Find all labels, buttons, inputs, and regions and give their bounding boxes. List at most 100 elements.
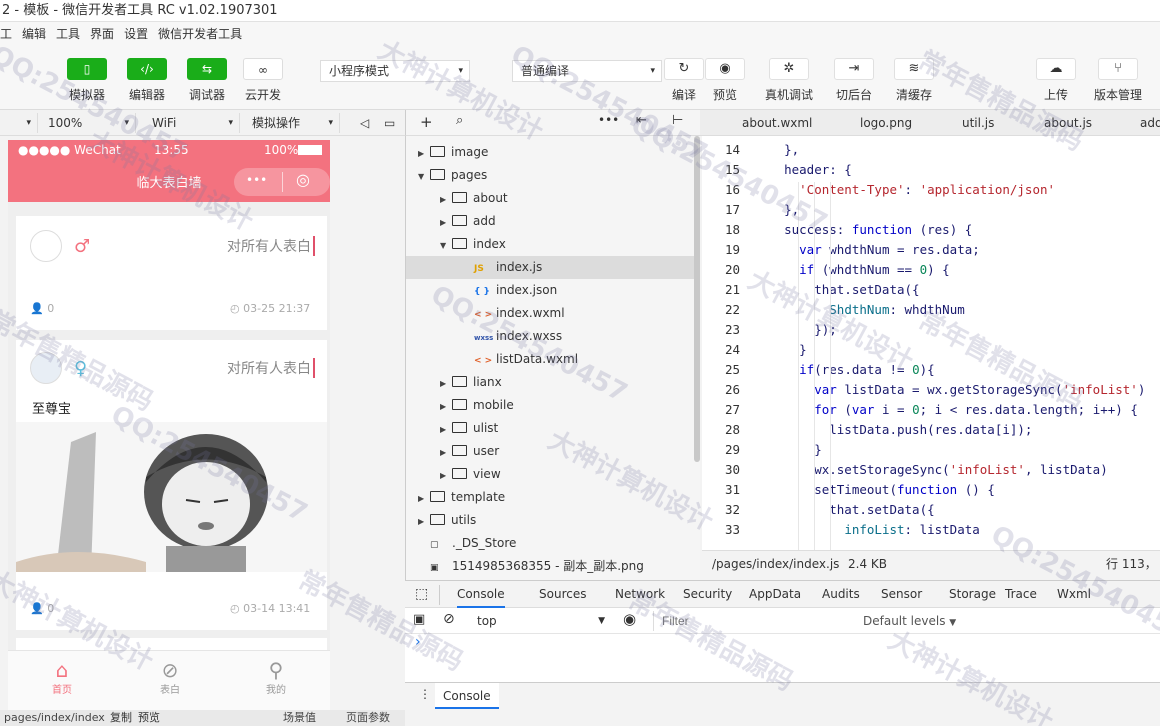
tree-node[interactable]: wxss index.wxss (406, 325, 694, 348)
drawer-menu-icon[interactable]: ⋮ (419, 687, 431, 701)
tree-node[interactable]: ▶ image (406, 141, 694, 164)
layout-icon[interactable]: ⊢ (672, 113, 683, 128)
menu-item[interactable]: 设置 (124, 27, 148, 41)
expand-arrow-icon: ▶ (418, 517, 425, 526)
folder-icon (452, 399, 467, 410)
tree-node[interactable]: { } index.json (406, 279, 694, 302)
context-select[interactable]: top ▼ (469, 611, 609, 631)
tree-node[interactable]: ▶ lianx (406, 371, 694, 394)
tree-node[interactable]: ▢ ._DS_Store (406, 532, 694, 555)
toolbar-button-6[interactable]: ⑂ 版本管理 (1094, 58, 1142, 103)
line-number: 17 (724, 202, 740, 217)
post-card-2[interactable]: ♀ 对所有人表白 至尊宝 👤 0 ◴ 03-14 13:41 (16, 340, 327, 630)
clear-console-icon[interactable]: ⊘ (443, 611, 455, 627)
devtools-drawer: ⋮ Console (405, 682, 1160, 726)
editor-tab[interactable]: add (1140, 110, 1160, 136)
more-icon[interactable]: ••• (598, 113, 619, 127)
more-icon[interactable]: ••• (246, 173, 267, 187)
device-select[interactable]: ▾ (0, 113, 38, 133)
devtools-tab[interactable]: Sources (539, 581, 586, 608)
search-icon[interactable]: ⌕ (456, 113, 463, 128)
toolbar-button-1[interactable]: ◉ 预览 (701, 58, 749, 103)
devtools-tab[interactable]: Sensor (881, 581, 922, 608)
toolbar-button-4[interactable]: ≋ 清缓存 (890, 58, 938, 103)
tree-node[interactable]: JS index.js (406, 256, 694, 279)
simulate-operation-select[interactable]: 模拟操作 ▾ (246, 113, 340, 133)
toolbar-button-5[interactable]: ☁ 上传 (1032, 58, 1080, 103)
post-card-1[interactable]: ♂ 对所有人表白 👤 0 ◴ 03-25 21:37 (16, 216, 327, 330)
post-image[interactable] (16, 422, 327, 572)
tab-2[interactable]: ⚲ 我的 (246, 659, 306, 696)
toggle-1-button[interactable]: ‹/› 编辑器 (122, 58, 172, 103)
eye-icon: ◉ (705, 58, 745, 80)
menu-item[interactable]: 微信开发者工具 (158, 27, 242, 41)
tab-1[interactable]: ⊘ 表白 (140, 659, 200, 696)
close-mini-program-icon[interactable]: ◎ (296, 170, 310, 189)
tree-node[interactable]: ▶ utils (406, 509, 694, 532)
sidebar-toggle-icon[interactable]: ▣ (413, 612, 425, 627)
mode-select[interactable]: 小程序模式 ▾ (320, 60, 470, 82)
page-params-button[interactable]: 页面参数 (346, 710, 390, 726)
devtools-tab[interactable]: Storage (949, 581, 996, 608)
compile-select[interactable]: 普通编译 ▾ (512, 60, 662, 82)
devtools-tabs: ⬚ Console Sources Network Security AppData Au… (405, 580, 1160, 608)
menu-item[interactable]: 界面 (90, 27, 114, 41)
eye-icon[interactable]: ◉ (623, 610, 636, 628)
file-tree-scrollbar[interactable] (694, 136, 700, 462)
tree-node[interactable]: ▶ template (406, 486, 694, 509)
toggle-0-button[interactable]: ▯ 模拟器 (62, 58, 112, 103)
sound-icon[interactable]: ◁ (354, 113, 376, 133)
editor-tab[interactable]: logo.png (860, 110, 912, 136)
tree-node[interactable]: ▼ pages (406, 164, 694, 187)
menu-item[interactable]: 工 (0, 27, 12, 41)
window-icon[interactable]: ▭ (378, 113, 400, 133)
devtools-tab[interactable]: AppData (749, 581, 801, 608)
inspect-icon[interactable]: ⬚ (415, 586, 428, 602)
toolbar-button-3[interactable]: ⇥ 切后台 (830, 58, 878, 103)
toggle-2-button[interactable]: ⇆ 调试器 (182, 58, 232, 103)
scene-value-button[interactable]: 场景值 (283, 710, 316, 726)
devtools-tab[interactable]: Trace (1005, 581, 1037, 608)
tab-label: 表白 (160, 685, 180, 696)
tree-node[interactable]: ▶ mobile (406, 394, 694, 417)
toolbar-button-2[interactable]: ✲ 真机调试 (765, 58, 813, 103)
log-levels-select[interactable]: Default levels ▼ (863, 611, 956, 631)
tree-node[interactable]: < > index.wxml (406, 302, 694, 325)
menu-item[interactable]: 工具 (56, 27, 80, 41)
console-output[interactable]: › (405, 634, 1160, 682)
indent-guide (830, 182, 831, 550)
tree-node[interactable]: ▶ about (406, 187, 694, 210)
cloud-dev-button[interactable]: ∞ 云开发 (238, 58, 288, 103)
devtools-tab[interactable]: Network (615, 581, 665, 608)
tree-node[interactable]: ▶ ulist (406, 417, 694, 440)
post-date: ◴ 03-25 21:37 (230, 302, 311, 315)
editor-tab[interactable]: about.js (1044, 110, 1092, 136)
devtools-tab[interactable]: Console (457, 581, 505, 608)
tree-node[interactable]: ▶ add (406, 210, 694, 233)
add-file-icon[interactable]: + (420, 113, 433, 131)
drawer-tab-console[interactable]: Console (435, 683, 499, 709)
tree-node[interactable]: ▶ view (406, 463, 694, 486)
tree-node[interactable]: ▼ index (406, 233, 694, 256)
zoom-select[interactable]: 100% ▾ (42, 113, 136, 133)
editor-tab[interactable]: about.wxml (742, 110, 812, 136)
collapse-icon[interactable]: ⇤ (636, 113, 647, 128)
devtools-tab[interactable]: Audits (822, 581, 860, 608)
code-icon: ‹/› (127, 58, 167, 80)
code-line: setTimeout(function () { (754, 482, 995, 497)
tree-node[interactable]: ▶ user (406, 440, 694, 463)
tree-node[interactable]: ▣ 1514985368355 - 副本_副本.png (406, 555, 694, 578)
tab-0[interactable]: ⌂ 首页 (32, 659, 92, 696)
menu-item[interactable]: 编辑 (22, 27, 46, 41)
devtools-tab[interactable]: Security (683, 581, 732, 608)
post-text: 至尊宝 (32, 402, 72, 417)
code-editor[interactable]: 14 }, 15 header: {16 'Content-Type': 'app… (702, 136, 1160, 550)
tree-node[interactable]: < > listData.wxml (406, 348, 694, 371)
devtools-tab[interactable]: Wxml (1057, 581, 1091, 608)
copy-path-link[interactable]: 复制 (110, 710, 132, 726)
preview-link[interactable]: 预览 (138, 710, 160, 726)
network-select[interactable]: WiFi ▾ (146, 113, 240, 133)
editor-tab[interactable]: util.js (962, 110, 994, 136)
tree-node-label: add (473, 214, 496, 228)
console-filter-input[interactable] (653, 611, 853, 631)
